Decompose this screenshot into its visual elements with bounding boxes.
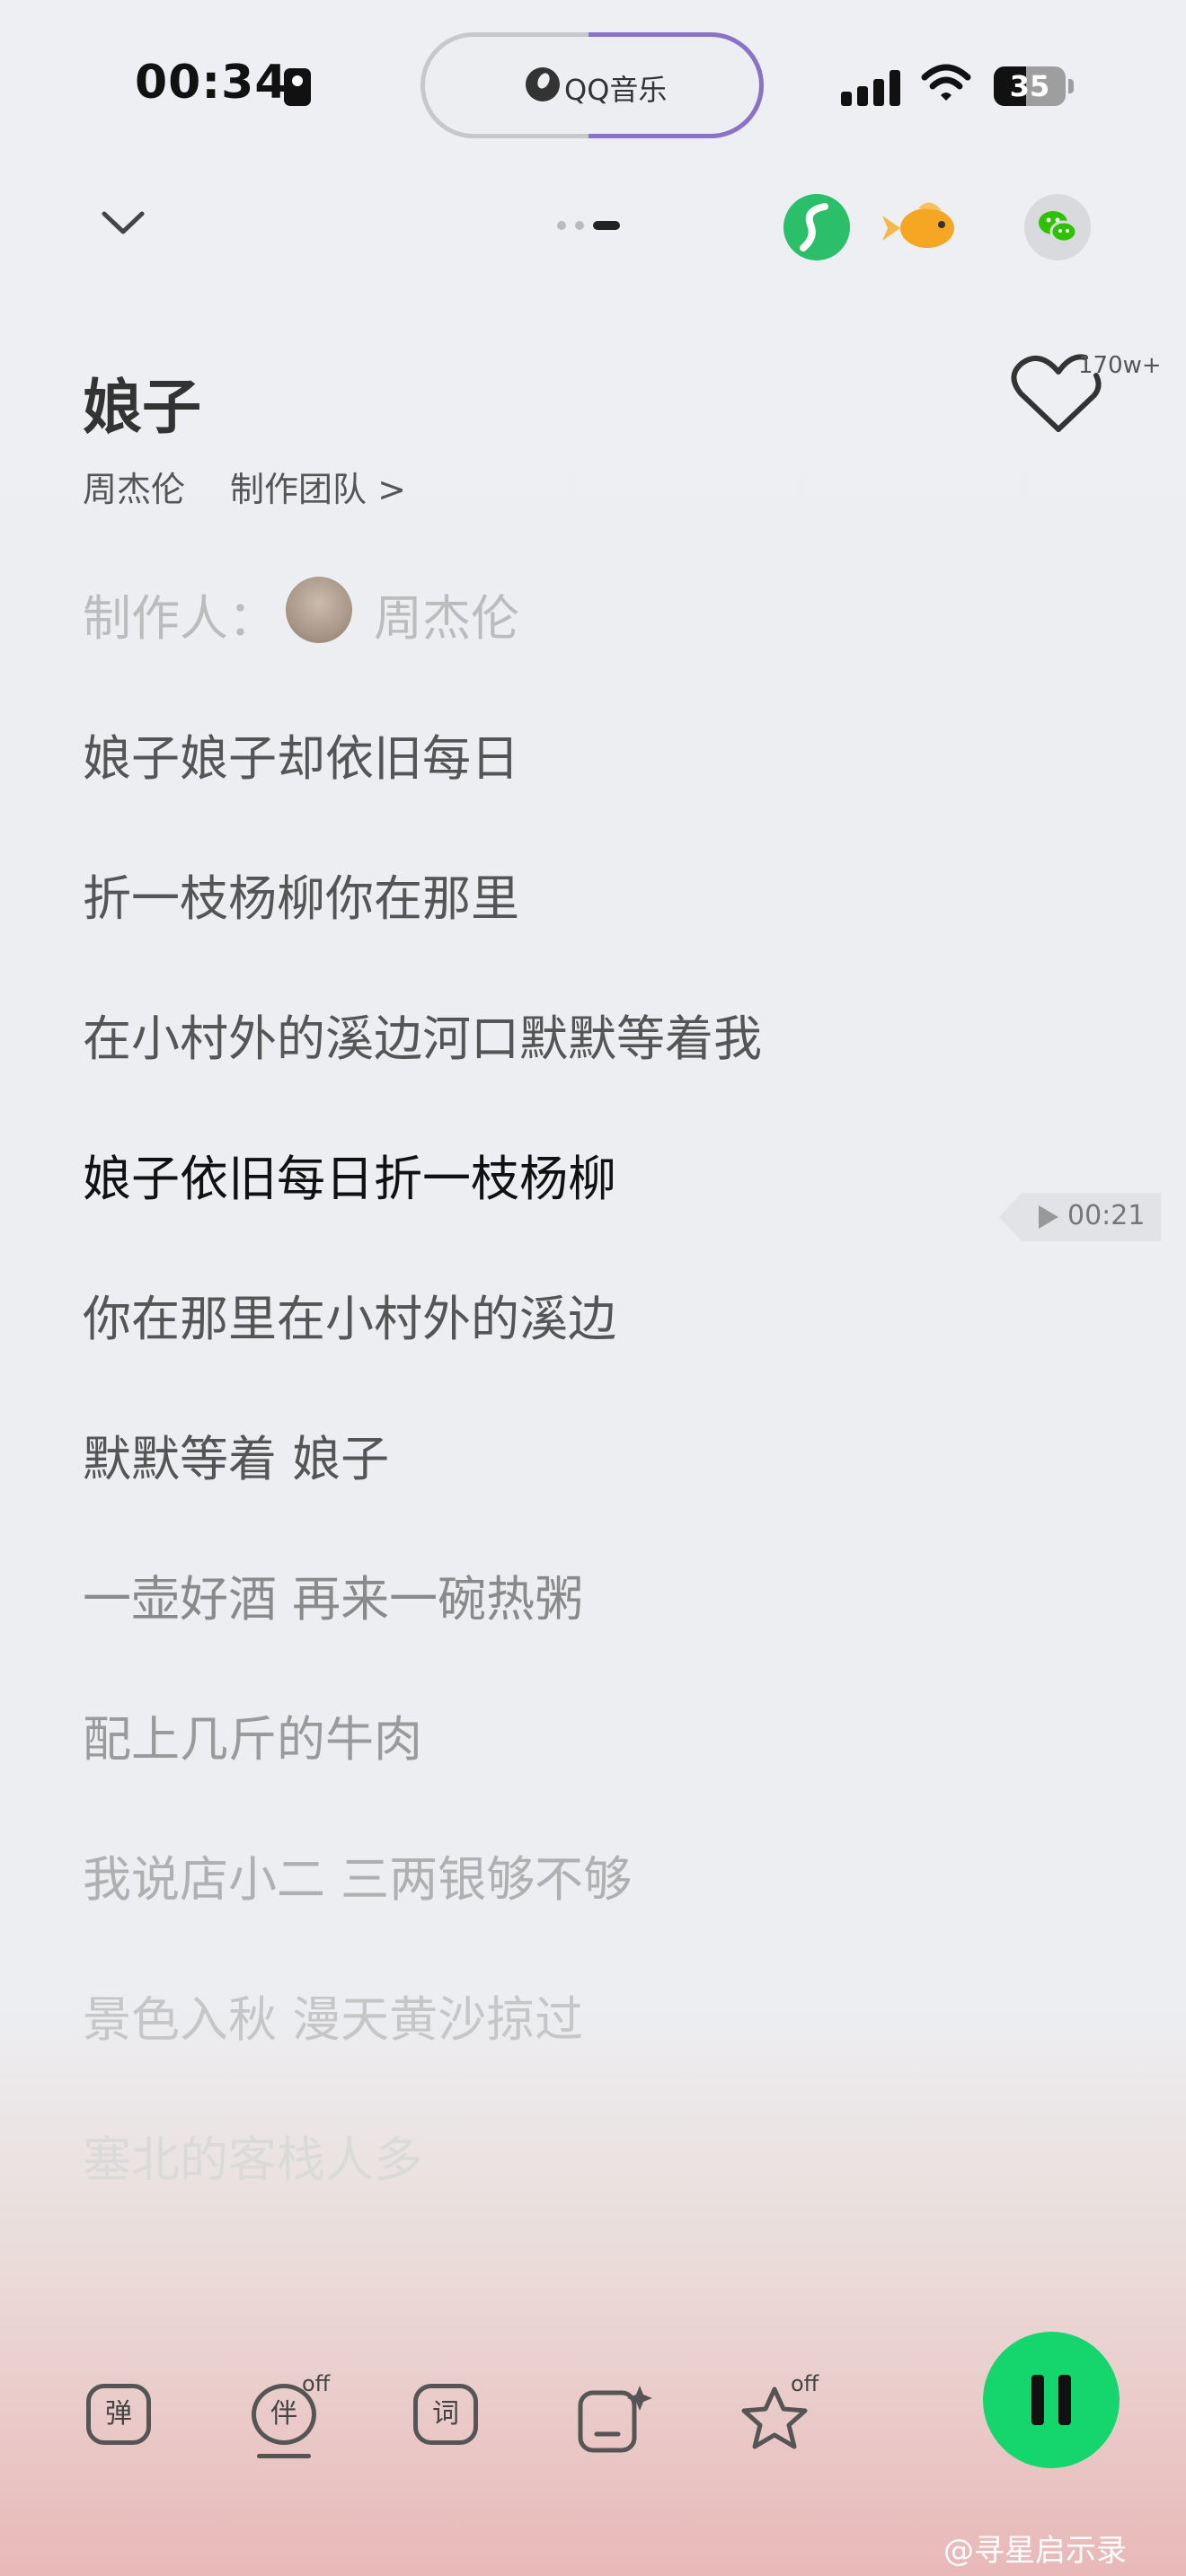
- goldfish-app-icon[interactable]: [882, 194, 956, 260]
- play-triangle-icon: [1039, 1205, 1058, 1229]
- lyric-line-current[interactable]: 娘子依旧每日折一枝杨柳: [83, 1139, 616, 1210]
- battery-level: 35: [1009, 69, 1050, 103]
- seek-time: 00:21: [1067, 1200, 1146, 1231]
- danmaku-button[interactable]: 弹: [86, 2384, 155, 2452]
- like-count: 170w+: [1078, 352, 1162, 379]
- lyric-line[interactable]: 默默等着 娘子: [83, 1419, 389, 1490]
- producer-name[interactable]: 周杰伦: [374, 578, 519, 649]
- lyric-line[interactable]: 折一枝杨柳你在那里: [83, 859, 519, 930]
- producer-avatar[interactable]: [286, 577, 352, 643]
- cellular-signal-icon: [841, 70, 913, 106]
- lyric-line[interactable]: 你在那里在小村外的溪边: [83, 1279, 616, 1350]
- battery-icon: 35: [994, 66, 1066, 106]
- wechat-icon[interactable]: [1024, 194, 1091, 260]
- artist-link[interactable]: 周杰伦: [83, 462, 185, 511]
- lyric-line[interactable]: 娘子娘子却依旧每日: [83, 719, 519, 790]
- lyric-line[interactable]: 塞北的客栈人多: [83, 2120, 422, 2191]
- accompaniment-button[interactable]: 伴 off: [252, 2371, 330, 2458]
- pause-button[interactable]: [983, 2332, 1120, 2468]
- producer-label: 制作人：: [83, 590, 277, 647]
- qq-music-logo-icon: [526, 67, 560, 101]
- green-app-icon[interactable]: [783, 194, 850, 260]
- watermark: @寻星启示录: [943, 2533, 1127, 2569]
- island-app-name: QQ音乐: [564, 73, 668, 107]
- lyric-line[interactable]: 在小村外的溪边河口默默等着我: [83, 999, 762, 1070]
- battery-nub: [1068, 79, 1074, 93]
- lyrics-label: 词: [432, 2398, 459, 2430]
- pause-icon-bar: [1031, 2375, 1044, 2425]
- favorite-button[interactable]: off: [740, 2371, 819, 2452]
- lyric-line[interactable]: 一壶好酒 再来一碗热粥: [83, 1559, 583, 1630]
- pause-icon-bar: [1058, 2375, 1071, 2425]
- chevron-down-icon[interactable]: [101, 199, 146, 244]
- danmaku-label: 弹: [105, 2398, 132, 2430]
- song-title: 娘子: [83, 373, 201, 442]
- status-time: 00:34: [135, 56, 288, 110]
- lyric-line[interactable]: 配上几斤的牛肉: [83, 1699, 422, 1770]
- lyric-poster-button[interactable]: [571, 2384, 652, 2453]
- lyric-poster-icon: [578, 2386, 652, 2453]
- favorite-state: off: [791, 2371, 819, 2396]
- accompaniment-state: off: [302, 2371, 331, 2396]
- wifi-icon: [921, 63, 971, 113]
- production-team-link[interactable]: 制作团队 >: [230, 462, 406, 511]
- focus-mode-icon: [284, 68, 311, 106]
- lyric-line[interactable]: 我说店小二 三两银够不够: [83, 1839, 632, 1910]
- lyrics-button[interactable]: 词: [413, 2384, 482, 2452]
- lyric-line[interactable]: 景色入秋 漫天黄沙掠过: [83, 1980, 583, 2051]
- page-indicator: [557, 221, 629, 234]
